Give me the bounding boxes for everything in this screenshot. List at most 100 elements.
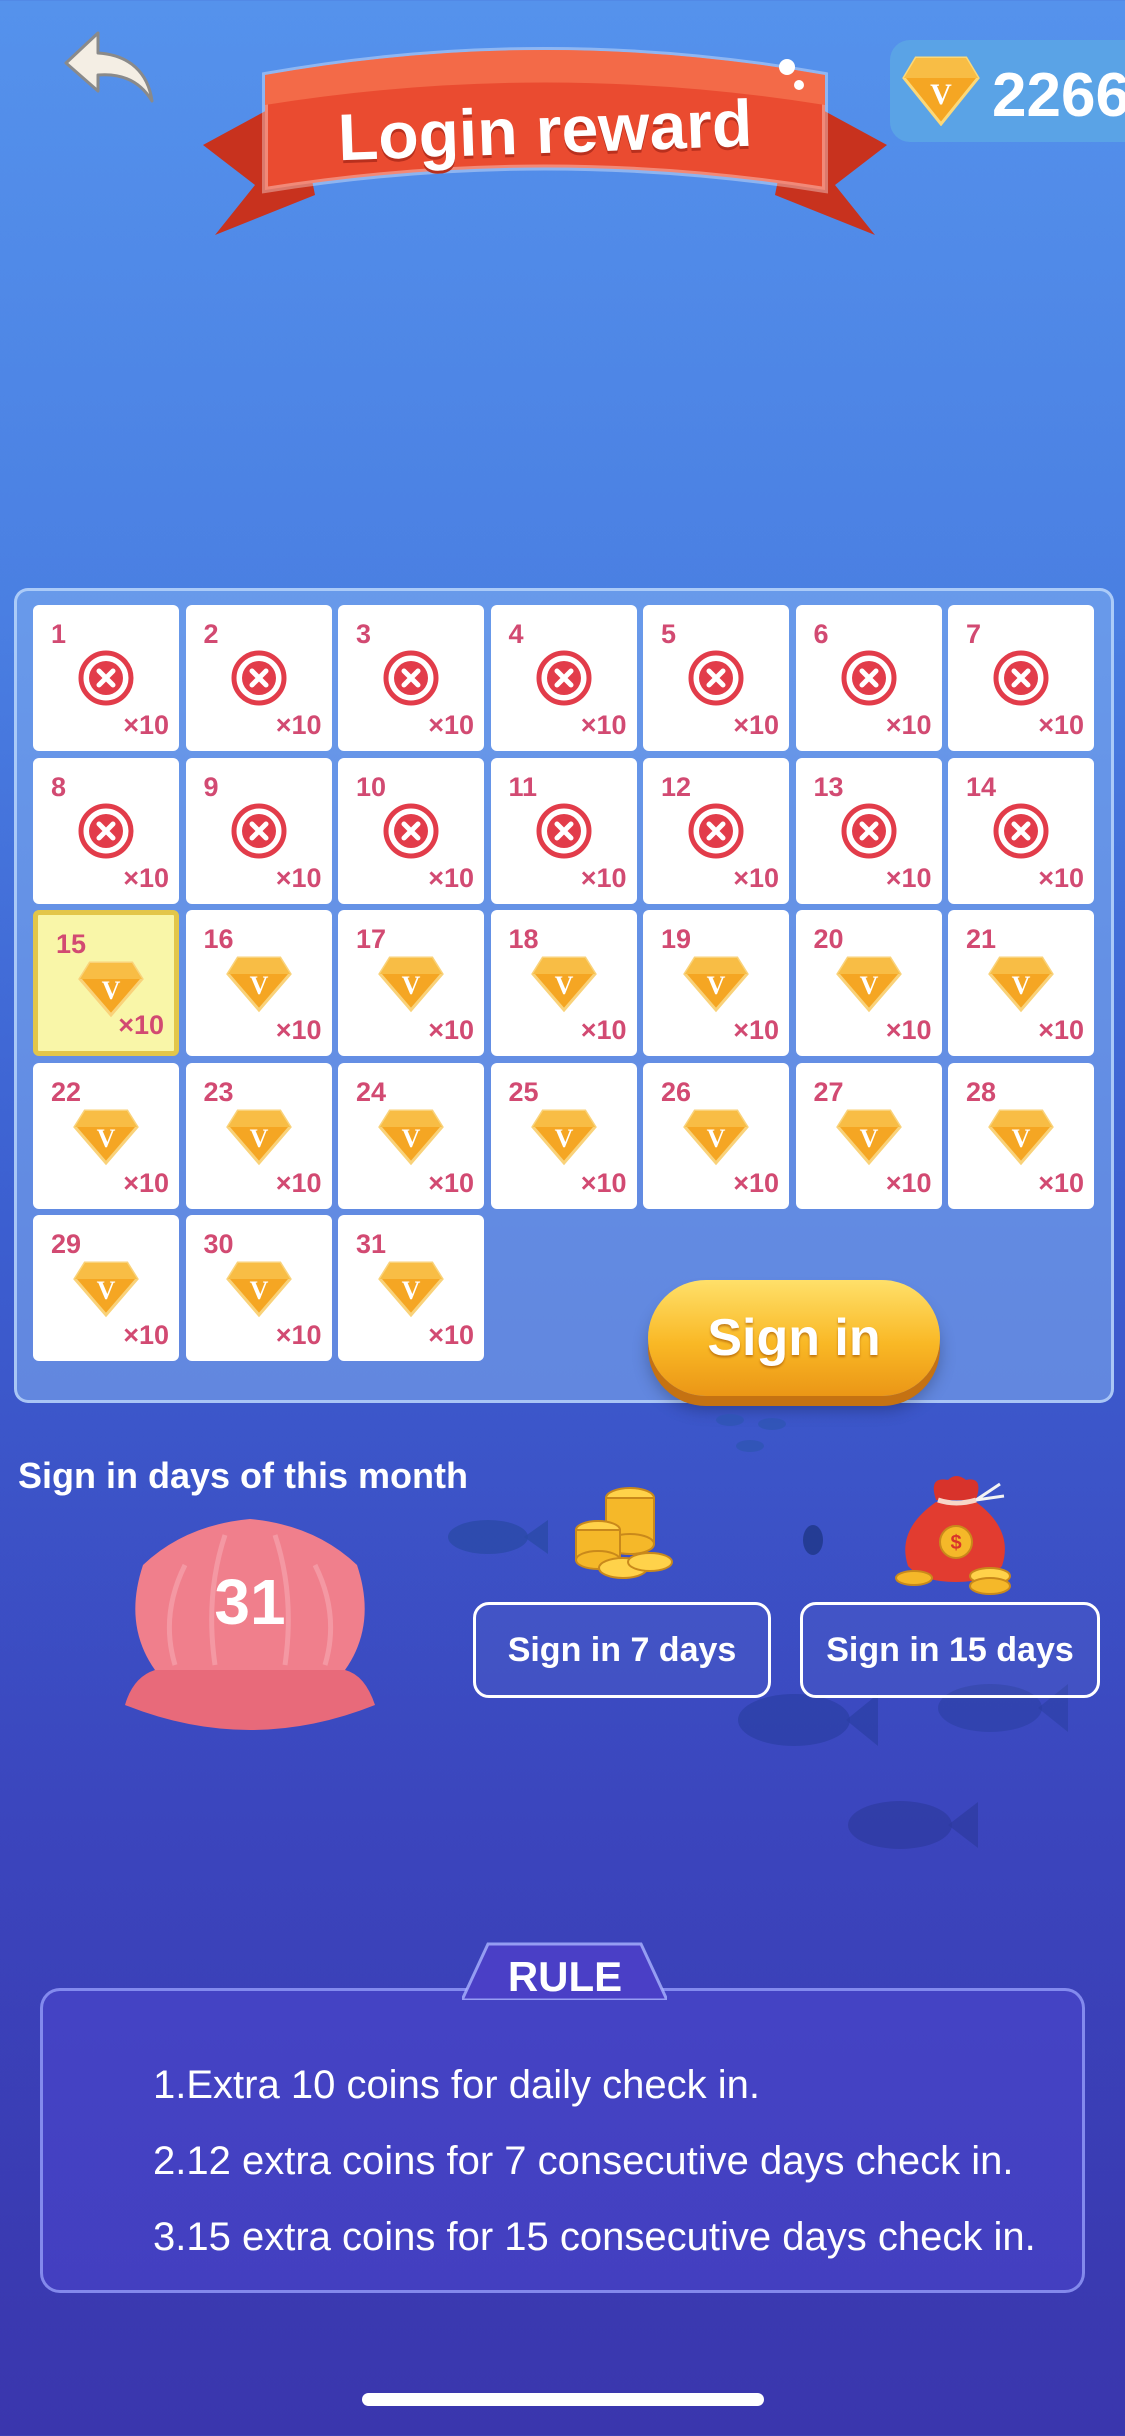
- day-number: 15: [56, 929, 87, 959]
- day-cell[interactable]: 13 ×10: [795, 757, 942, 904]
- day-cell[interactable]: 14 ×10: [948, 757, 1094, 904]
- svg-text:V: V: [249, 1124, 268, 1153]
- reward-multiplier: ×10: [580, 710, 627, 740]
- diamond-coin-icon: V: [530, 956, 597, 1013]
- missed-x-icon: [993, 650, 1049, 706]
- day-number: 4: [508, 619, 524, 649]
- sign-in-15-days-button[interactable]: Sign in 15 days: [800, 1602, 1100, 1698]
- day-cell[interactable]: 26 V ×10: [643, 1062, 789, 1209]
- day-cell[interactable]: 12 ×10: [643, 757, 789, 904]
- missed-x-icon: [841, 650, 896, 706]
- diamond-coin-icon: V: [378, 1261, 444, 1318]
- svg-text:V: V: [249, 971, 268, 1000]
- reward-multiplier: ×10: [885, 1015, 932, 1045]
- day-cell[interactable]: 30 V ×10: [185, 1215, 332, 1361]
- day-number: 26: [661, 1076, 692, 1107]
- day-cell[interactable]: 15 V ×10: [33, 910, 179, 1056]
- title-banner: Login reward: [195, 25, 895, 255]
- day-number: 27: [813, 1076, 844, 1107]
- reward-multiplier: ×10: [428, 1167, 474, 1198]
- month-signin-label: Sign in days of this month: [18, 1455, 468, 1496]
- day-number: 1: [51, 619, 67, 649]
- day-cell[interactable]: 20 V ×10: [795, 910, 942, 1056]
- day-cell[interactable]: 23 V ×10: [185, 1062, 332, 1209]
- diamond-coin-icon: V: [73, 1261, 139, 1318]
- day-cell[interactable]: 25 V ×10: [490, 1062, 637, 1209]
- svg-text:V: V: [1012, 971, 1031, 1000]
- day-cell[interactable]: 28 V ×10: [948, 1062, 1094, 1209]
- missed-x-icon: [78, 803, 134, 858]
- day-cell[interactable]: 17 V ×10: [338, 910, 484, 1056]
- missed-x-icon: [231, 803, 286, 858]
- svg-text:$: $: [950, 1532, 961, 1554]
- day-cell[interactable]: 29 V ×10: [33, 1215, 179, 1361]
- diamond-coin-icon: V: [378, 1109, 444, 1165]
- day-cell[interactable]: 21 V ×10: [948, 910, 1094, 1056]
- day-number: 8: [51, 771, 67, 802]
- reward-multiplier: ×10: [580, 1015, 627, 1045]
- day-number: 22: [51, 1076, 82, 1107]
- day-cell[interactable]: 31 V ×10: [338, 1215, 484, 1361]
- day-cell[interactable]: 27 V ×10: [795, 1062, 942, 1209]
- reward-multiplier: ×10: [580, 1167, 627, 1198]
- reward-multiplier: ×10: [275, 1320, 322, 1350]
- reward-multiplier: ×10: [1038, 1015, 1084, 1045]
- reward-multiplier: ×10: [580, 862, 627, 893]
- diamond-coin-icon: V: [225, 956, 292, 1013]
- reward-multiplier: ×10: [123, 710, 169, 740]
- sign-in-7-days-button[interactable]: Sign in 7 days: [473, 1602, 771, 1698]
- rule-box: 1.Extra 10 coins for daily check in. 2.1…: [40, 1988, 1085, 2293]
- reward-multiplier: ×10: [275, 1167, 322, 1198]
- day-cell[interactable]: 8 ×10: [33, 757, 179, 904]
- day-cell[interactable]: 7 ×10: [948, 605, 1094, 751]
- bubble-decoration-icon: [803, 1525, 823, 1555]
- diamond-coin-icon: V: [225, 1261, 292, 1318]
- day-cell[interactable]: 1 ×10: [33, 605, 179, 751]
- coin-balance: V 2266: [890, 40, 1125, 142]
- svg-text:V: V: [97, 1124, 116, 1153]
- day-number: 11: [508, 771, 538, 802]
- reward-multiplier: ×10: [275, 710, 322, 740]
- day-number: 17: [356, 924, 387, 954]
- day-cell[interactable]: 9 ×10: [185, 757, 332, 904]
- svg-text:V: V: [402, 971, 421, 1000]
- reward-multiplier: ×10: [275, 1015, 322, 1045]
- day-cell[interactable]: 10 ×10: [338, 757, 484, 904]
- day-cell[interactable]: 2 ×10: [185, 605, 332, 751]
- day-cell[interactable]: 18 V ×10: [490, 910, 637, 1056]
- back-button[interactable]: [60, 25, 160, 115]
- missed-x-icon: [688, 650, 744, 706]
- reward-multiplier: ×10: [118, 1010, 164, 1040]
- day-number: 7: [966, 619, 982, 649]
- day-number: 13: [813, 771, 844, 802]
- day-number: 25: [508, 1076, 539, 1107]
- missed-x-icon: [841, 803, 896, 858]
- rule-line-2: 2.12 extra coins for 7 consecutive days …: [153, 2139, 1014, 2183]
- coin-stack-icon: [575, 1487, 673, 1579]
- reward-multiplier: ×10: [733, 1167, 779, 1198]
- fish-decoration-icon: [716, 1414, 786, 1452]
- home-indicator[interactable]: [362, 2393, 764, 2406]
- back-arrow-icon: [64, 31, 154, 103]
- money-bag-icon: $: [895, 1476, 1011, 1595]
- day-number: 24: [356, 1076, 387, 1107]
- day-cell[interactable]: 24 V ×10: [338, 1062, 484, 1209]
- missed-x-icon: [383, 650, 439, 706]
- day-cell[interactable]: 22 V ×10: [33, 1062, 179, 1209]
- svg-text:V: V: [707, 971, 726, 1000]
- day-cell[interactable]: 16 V ×10: [185, 910, 332, 1056]
- day-cell[interactable]: 3 ×10: [338, 605, 484, 751]
- day-cell[interactable]: 11 ×10: [490, 757, 637, 904]
- rule-title: RULE: [507, 1953, 623, 2000]
- diamond-coin-icon: V: [835, 1109, 902, 1165]
- svg-text:V: V: [930, 78, 952, 111]
- day-cell[interactable]: 19 V ×10: [643, 910, 789, 1056]
- day-cell[interactable]: 4 ×10: [490, 605, 637, 751]
- diamond-coin-icon: V: [683, 956, 749, 1013]
- fish-decoration-icon: [848, 1801, 978, 1849]
- page-title: Login reward: [336, 85, 754, 175]
- day-cell[interactable]: 6 ×10: [795, 605, 942, 751]
- day-cell[interactable]: 5 ×10: [643, 605, 789, 751]
- sign-in-button[interactable]: Sign in: [648, 1280, 940, 1396]
- diamond-coin-icon: V: [988, 1109, 1054, 1165]
